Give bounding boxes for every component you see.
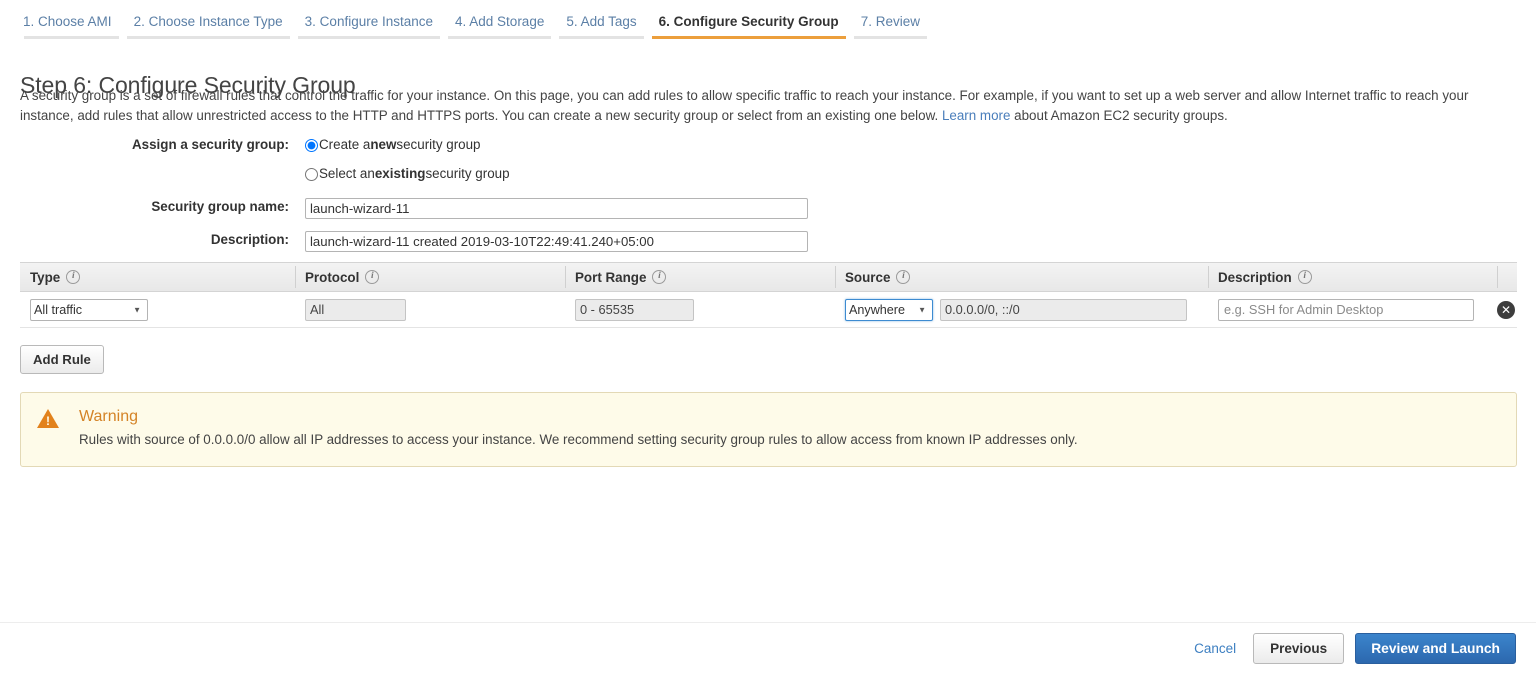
assign-security-group-options: Create a new security group Select an ex…: [305, 136, 510, 183]
info-icon-description[interactable]: i: [1297, 270, 1312, 284]
delete-rule-icon[interactable]: ✕: [1497, 300, 1515, 319]
radio-existing-prefix: Select an: [319, 166, 375, 181]
wizard-step-label: 2. Choose Instance Type: [133, 14, 283, 29]
table-row: All traffic ▼ Anywhere ▼: [20, 292, 1517, 328]
review-and-launch-button[interactable]: Review and Launch: [1355, 633, 1516, 664]
radio-existing-suffix: security group: [425, 166, 510, 181]
column-header-source: Source i: [835, 262, 1208, 292]
security-group-description-row: Description:: [20, 231, 808, 252]
page-description-text-2: about Amazon EC2 security groups.: [1010, 108, 1228, 123]
rule-source-select[interactable]: Anywhere: [845, 298, 933, 321]
warning-banner: ! Warning Rules with source of 0.0.0.0/0…: [20, 392, 1517, 467]
warning-content: Warning Rules with source of 0.0.0.0/0 a…: [79, 407, 1078, 466]
radio-option-create-new[interactable]: Create a new security group: [305, 136, 510, 154]
table-header-row: Type i Protocol i Port Range i Source i …: [20, 262, 1517, 292]
column-header-description: Description i: [1208, 262, 1497, 292]
wizard-step-tabs: 1. Choose AMI 2. Choose Instance Type 3.…: [20, 14, 931, 42]
step-underline: [853, 36, 927, 39]
column-header-port-range: Port Range i: [565, 262, 835, 292]
radio-new-suffix: security group: [396, 137, 481, 152]
security-group-name-input[interactable]: [305, 198, 808, 219]
wizard-step-label: 5. Add Tags: [566, 14, 637, 29]
footer-actions: Cancel Previous Review and Launch: [1188, 633, 1516, 664]
wizard-step-label: 6. Configure Security Group: [658, 14, 839, 29]
radio-option-select-existing[interactable]: Select an existing security group: [305, 165, 510, 183]
warning-body: Rules with source of 0.0.0.0/0 allow all…: [79, 432, 1078, 447]
cell-port-range: [565, 298, 835, 321]
assign-security-group-label: Assign a security group:: [131, 137, 289, 152]
source-select-wrap: Anywhere ▼: [845, 298, 933, 321]
step-underline: [126, 36, 290, 39]
rule-type-select[interactable]: All traffic: [30, 298, 148, 321]
wizard-step-6-configure-security-group[interactable]: 6. Configure Security Group: [648, 14, 850, 39]
warning-title: Warning: [79, 408, 138, 425]
wizard-step-4-add-storage[interactable]: 4. Add Storage: [444, 14, 555, 39]
cell-actions: ✕: [1497, 300, 1517, 319]
column-header-actions: [1497, 262, 1517, 292]
wizard-step-2-choose-instance-type[interactable]: 2. Choose Instance Type: [123, 14, 294, 39]
step-underline-active: [651, 36, 846, 39]
cell-description: [1208, 298, 1497, 321]
cancel-button[interactable]: Cancel: [1188, 641, 1242, 656]
step-underline: [24, 36, 119, 39]
wizard-step-3-configure-instance[interactable]: 3. Configure Instance: [294, 14, 444, 39]
security-group-description-label: Description:: [210, 232, 289, 247]
step-underline: [448, 36, 552, 39]
warning-exclamation: !: [46, 414, 50, 428]
rule-description-input[interactable]: [1218, 298, 1474, 321]
wizard-step-7-review[interactable]: 7. Review: [850, 14, 931, 39]
wizard-step-1-choose-ami[interactable]: 1. Choose AMI: [20, 14, 123, 39]
cell-source: Anywhere ▼: [835, 298, 1208, 321]
security-group-description-input[interactable]: [305, 231, 808, 252]
step-underline: [297, 36, 441, 39]
column-header-label: Type: [30, 269, 61, 285]
page-description: A security group is a set of firewall ru…: [20, 86, 1518, 126]
warning-triangle-icon: !: [37, 409, 59, 431]
rule-port-range-input: [575, 298, 694, 321]
ec2-configure-security-group-page: 1. Choose AMI 2. Choose Instance Type 3.…: [0, 0, 1536, 688]
info-icon-source[interactable]: i: [896, 270, 911, 284]
info-icon-port-range[interactable]: i: [652, 270, 667, 284]
wizard-step-5-add-tags[interactable]: 5. Add Tags: [555, 14, 647, 39]
security-group-name-label: Security group name:: [151, 199, 289, 214]
radio-create-new-security-group[interactable]: [305, 138, 318, 152]
column-header-protocol: Protocol i: [295, 262, 565, 292]
learn-more-link[interactable]: Learn more: [942, 108, 1010, 123]
radio-new-bold: new: [370, 137, 397, 152]
footer-divider: [0, 622, 1536, 623]
wizard-step-label: 1. Choose AMI: [23, 14, 112, 29]
security-group-name-row: Security group name:: [20, 198, 808, 219]
column-header-label: Description: [1218, 269, 1292, 285]
wizard-step-label: 3. Configure Instance: [304, 14, 434, 29]
column-header-label: Source: [845, 269, 891, 285]
assign-security-group-row: Assign a security group: Create a new se…: [20, 136, 510, 183]
info-icon-type[interactable]: i: [66, 270, 81, 284]
column-header-label: Port Range: [575, 269, 647, 285]
add-rule-button[interactable]: Add Rule: [20, 345, 104, 374]
rule-source-cidr-input: [940, 298, 1187, 321]
radio-select-existing-security-group[interactable]: [305, 167, 318, 181]
radio-new-prefix: Create a: [319, 137, 371, 152]
cell-protocol: [295, 298, 565, 321]
previous-button[interactable]: Previous: [1253, 633, 1345, 664]
type-select-wrap: All traffic ▼: [30, 298, 148, 321]
column-header-label: Protocol: [305, 269, 360, 285]
radio-existing-bold: existing: [374, 166, 426, 181]
rule-protocol-input: [305, 298, 406, 321]
wizard-step-label: 4. Add Storage: [455, 14, 545, 29]
cell-type: All traffic ▼: [20, 298, 295, 321]
security-group-rules-table: Type i Protocol i Port Range i Source i …: [20, 262, 1517, 328]
column-header-type: Type i: [20, 262, 295, 292]
wizard-step-label: 7. Review: [860, 14, 920, 29]
info-icon-protocol[interactable]: i: [365, 270, 380, 284]
step-underline: [559, 36, 644, 39]
page-description-text-1: A security group is a set of firewall ru…: [20, 88, 1469, 123]
